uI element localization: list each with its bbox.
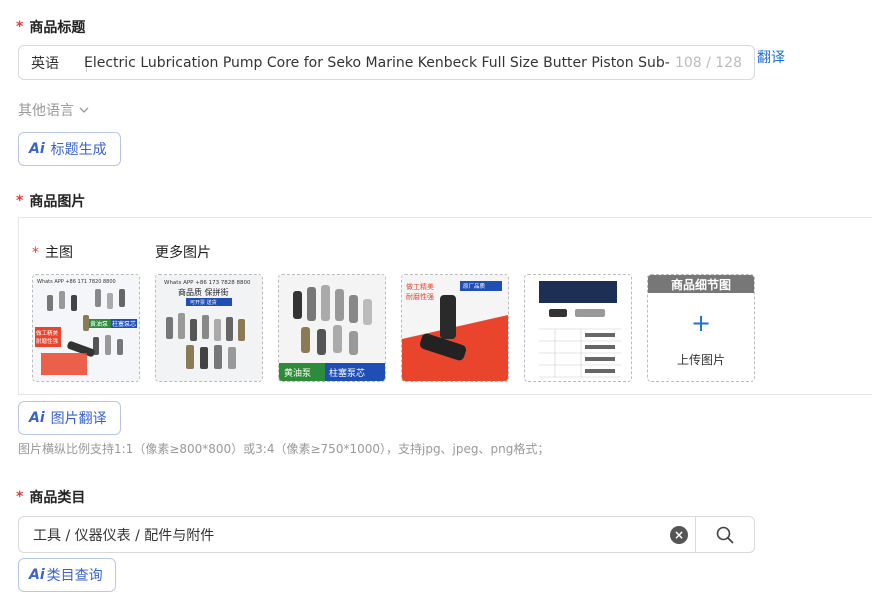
svg-text:Whats APP +86 171 7820 8800: Whats APP +86 171 7820 8800 <box>37 279 116 285</box>
detail-image-header: 商品细节图 <box>648 275 754 293</box>
chevron-down-icon <box>79 107 89 113</box>
required-mark: * <box>16 19 24 35</box>
product-image: 做工精美 耐磨性强 原厂品质 <box>402 275 508 381</box>
language-select[interactable]: 英语 <box>31 46 59 79</box>
image-format-hint: 图片横纵比例支持1:1（像素≥800*800）或3:4（像素≥750*1000）… <box>18 442 550 456</box>
title-generate-button[interactable]: Ai 标题生成 <box>18 132 121 166</box>
search-icon <box>716 526 734 543</box>
char-counter: 108 / 128 <box>674 54 742 71</box>
svg-text:耐磨性强: 耐磨性强 <box>36 337 59 345</box>
svg-text:耐磨性强: 耐磨性强 <box>406 292 434 301</box>
plus-icon: + <box>690 309 712 337</box>
upload-label: 上传图片 <box>676 353 725 367</box>
upload-detail-image-button[interactable]: 商品细节图 + 上传图片 <box>647 274 755 382</box>
product-image: 黄油泵 柱塞泵芯 <box>279 275 385 381</box>
svg-text:黄油泵: 黄油泵 <box>90 320 108 328</box>
search-button[interactable] <box>695 517 754 552</box>
more-image-thumbnail[interactable]: 黄油泵 柱塞泵芯 <box>278 274 386 382</box>
category-label: * 商品类目 <box>16 489 86 506</box>
product-image: Whats APP +86 173 7828 8800 商品质 保拼街 可开票 … <box>156 275 262 381</box>
image-translate-button[interactable]: Ai 图片翻译 <box>18 401 121 435</box>
svg-text:做工精美: 做工精美 <box>36 329 59 337</box>
title-label: * 商品标题 <box>16 19 86 36</box>
svg-text:柱塞泵芯: 柱塞泵芯 <box>112 320 136 328</box>
ai-icon: Ai <box>29 567 45 583</box>
images-label: * 商品图片 <box>16 193 86 210</box>
required-mark: * <box>16 193 24 209</box>
svg-text:黄油泵: 黄油泵 <box>284 367 311 379</box>
ai-icon: Ai <box>29 410 45 426</box>
category-search-input[interactable]: 工具 / 仪器仪表 / 配件与附件 × <box>18 516 755 553</box>
more-image-thumbnail[interactable]: 做工精美 耐磨性强 原厂品质 <box>401 274 509 382</box>
more-image-thumbnail[interactable] <box>524 274 632 382</box>
title-input-value[interactable]: Electric Lubrication Pump Core for Seko … <box>84 46 670 79</box>
translate-link[interactable]: 翻译 <box>757 47 785 67</box>
main-image-label: * 主图 <box>32 245 73 261</box>
svg-text:Whats APP +86 173 7828 8800: Whats APP +86 173 7828 8800 <box>164 280 251 286</box>
clear-icon[interactable]: × <box>670 526 688 544</box>
ai-icon: Ai <box>29 141 45 157</box>
svg-text:柱塞泵芯: 柱塞泵芯 <box>329 367 365 379</box>
product-image: Whats APP +86 171 7820 8800 黄油泵 柱塞泵芯 做工精… <box>33 275 139 381</box>
svg-text:原厂品质: 原厂品质 <box>463 282 486 290</box>
svg-text:可开票 送货: 可开票 送货 <box>190 299 217 306</box>
more-image-thumbnail[interactable]: Whats APP +86 173 7828 8800 商品质 保拼街 可开票 … <box>155 274 263 382</box>
main-image-thumbnail[interactable]: Whats APP +86 171 7820 8800 黄油泵 柱塞泵芯 做工精… <box>32 274 140 382</box>
category-query-button[interactable]: Ai 类目查询 <box>18 558 116 592</box>
product-image <box>525 275 631 381</box>
more-images-label: 更多图片 <box>155 245 211 261</box>
title-input[interactable]: 英语 Electric Lubrication Pump Core for Se… <box>18 45 755 80</box>
required-mark: * <box>16 489 24 505</box>
other-language-toggle[interactable]: 其他语言 <box>18 100 90 120</box>
category-value[interactable]: 工具 / 仪器仪表 / 配件与附件 <box>33 517 214 552</box>
svg-text:做工精美: 做工精美 <box>406 282 434 291</box>
svg-text:商品质 保拼街: 商品质 保拼街 <box>178 287 229 297</box>
